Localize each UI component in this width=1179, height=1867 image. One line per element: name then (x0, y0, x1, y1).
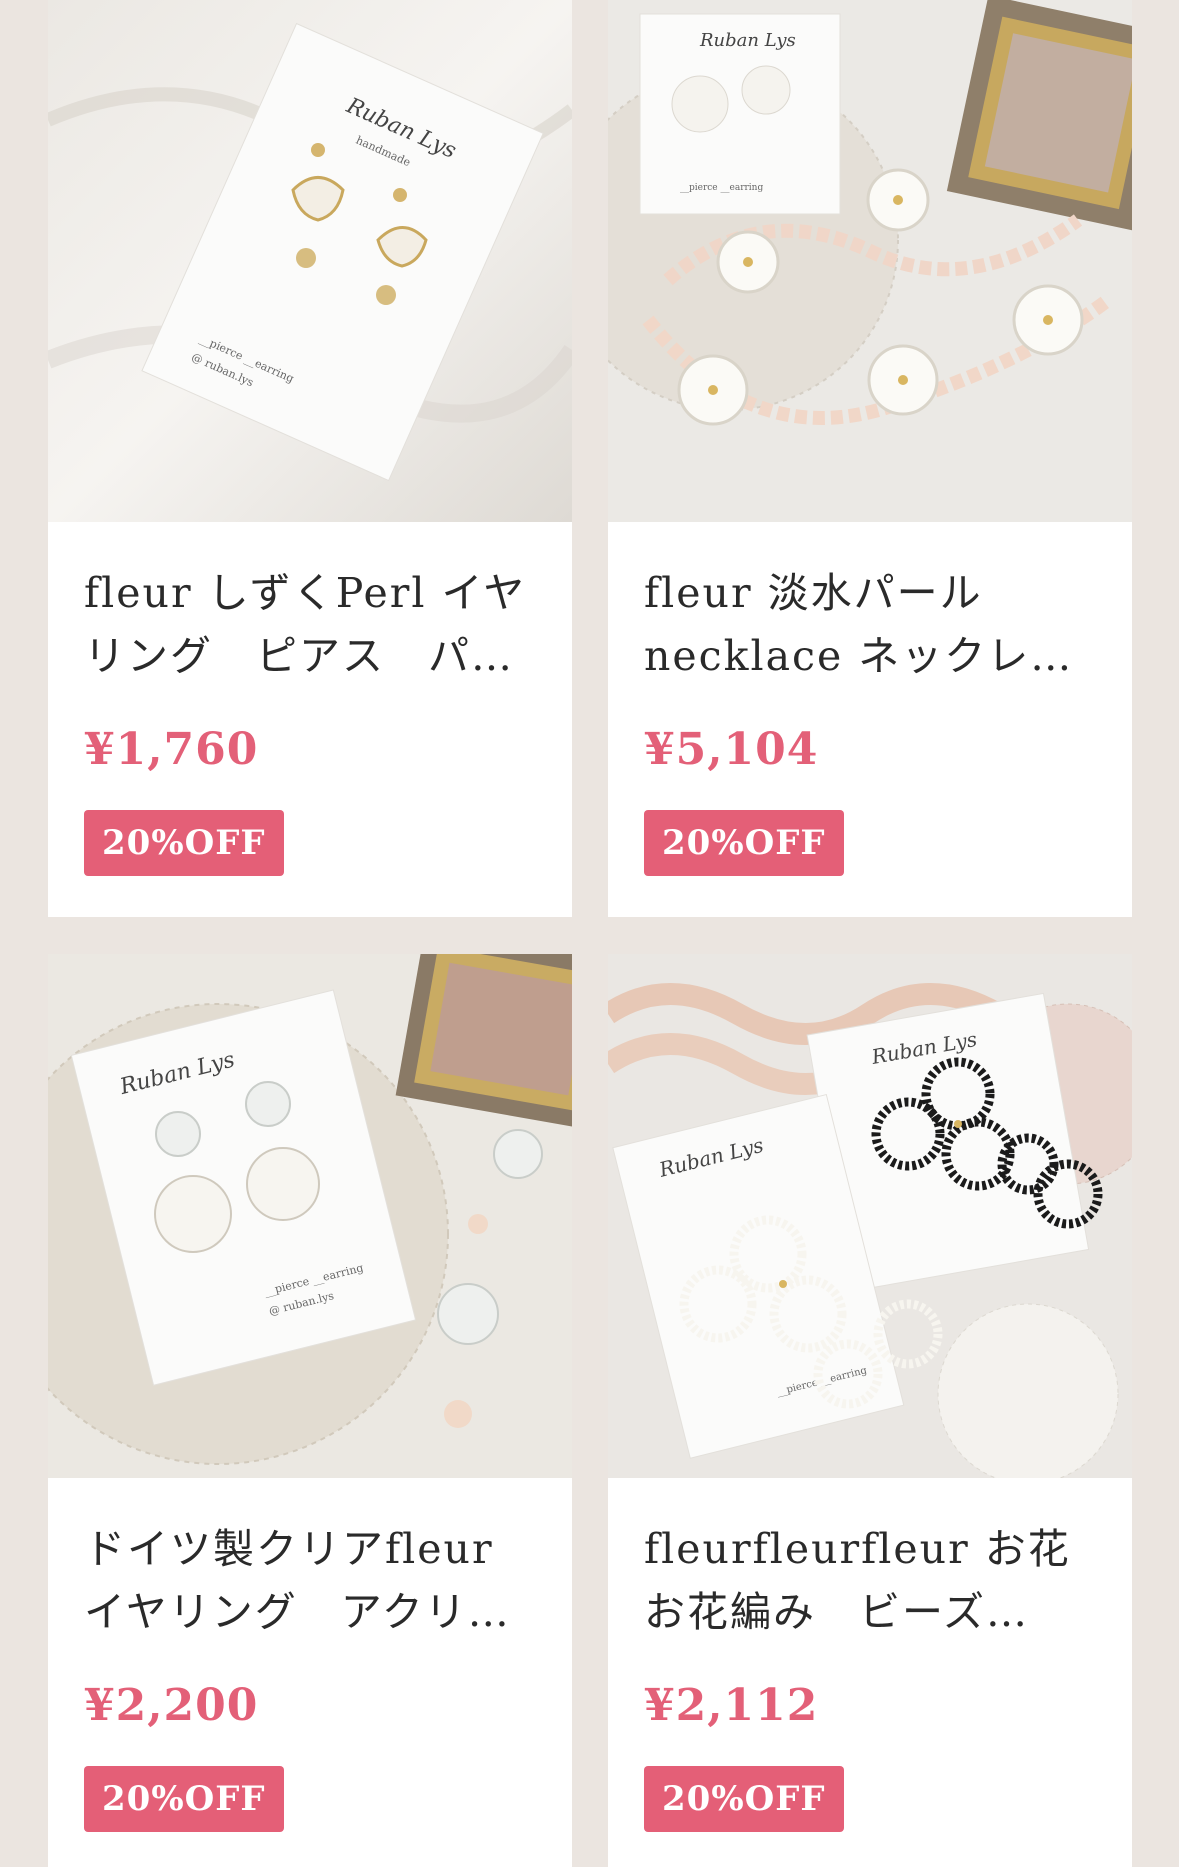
product-photo[interactable]: Ruban Lys Ruban Lys __pierce __earring (608, 954, 1132, 1478)
product-title[interactable]: fleur 淡水パールnecklace ネックレス 淡… (644, 562, 1096, 688)
product-card[interactable]: Ruban Lys handmade __pierce __earring @ … (48, 0, 572, 917)
product-photo[interactable]: Ruban Lys __pierce __earring @ ruban.lys (48, 954, 572, 1478)
svg-text:__pierce __earring: __pierce __earring (680, 183, 763, 193)
product-title[interactable]: ドイツ製クリアfleur イヤリング アクリ… (84, 1518, 536, 1644)
product-price: ¥1,760 (84, 724, 259, 775)
discount-badge: 20%OFF (644, 1766, 844, 1832)
product-card[interactable]: Ruban Lys __pierce __earring fleur 淡水パール… (608, 0, 1132, 917)
product-price: ¥2,112 (644, 1680, 819, 1731)
discount-badge: 20%OFF (644, 810, 844, 876)
product-grid: Ruban Lys handmade __pierce __earring @ … (0, 0, 1179, 1867)
product-title[interactable]: fleur しずくPerl イヤリング ピアス パ… (84, 562, 536, 688)
svg-text:Ruban Lys: Ruban Lys (699, 30, 796, 51)
product-card[interactable]: Ruban Lys Ruban Lys __pierce __earring f… (608, 954, 1132, 1867)
product-title[interactable]: fleurfleurfleur お花 お花編み ビーズ… (644, 1518, 1096, 1644)
product-price: ¥5,104 (644, 724, 819, 775)
discount-badge: 20%OFF (84, 1766, 284, 1832)
product-photo[interactable]: Ruban Lys handmade __pierce __earring @ … (48, 0, 572, 522)
product-photo[interactable]: Ruban Lys __pierce __earring (608, 0, 1132, 522)
discount-badge: 20%OFF (84, 810, 284, 876)
product-card[interactable]: Ruban Lys __pierce __earring @ ruban.lys… (48, 954, 572, 1867)
product-price: ¥2,200 (84, 1680, 259, 1731)
